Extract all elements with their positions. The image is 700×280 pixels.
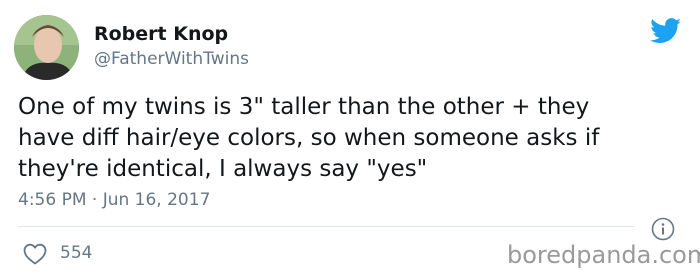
tweet-text: One of my twins is 3" taller than the ot… [18,94,600,182]
avatar[interactable] [14,15,79,80]
info-icon[interactable] [651,217,675,241]
heart-icon[interactable] [23,243,47,265]
like-count: 554 [60,243,93,263]
author-handle[interactable]: @FatherWithTwins [94,48,249,70]
divider [18,226,635,227]
twitter-bird-icon[interactable] [650,18,682,44]
author-name[interactable]: Robert Knop [94,22,228,46]
watermark-text: boredpanda.com [507,241,700,269]
tweet-timestamp[interactable]: 4:56 PM · Jun 16, 2017 [18,189,210,211]
tweet-card: Robert Knop @FatherWithTwins One of my t… [0,0,700,280]
